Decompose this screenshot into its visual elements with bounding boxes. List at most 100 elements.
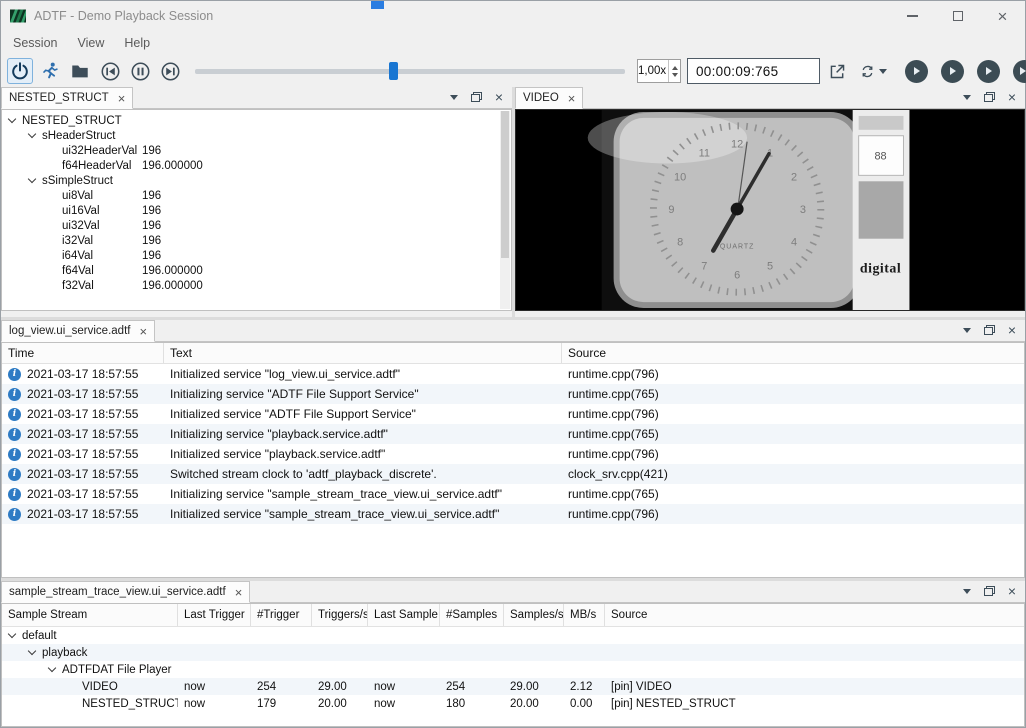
log-row[interactable]: i2021-03-17 18:57:55Switched stream cloc… xyxy=(2,464,1024,484)
expand-chevron-icon[interactable] xyxy=(8,115,16,123)
tree-item-ui16Val[interactable]: ui16Val196 xyxy=(2,203,511,218)
run-button[interactable] xyxy=(37,58,63,84)
trace-column-header-triggers-s[interactable]: Triggers/s xyxy=(312,604,368,626)
trace-column-header-mb-s[interactable]: MB/s xyxy=(564,604,605,626)
panel-float-button[interactable] xyxy=(471,92,482,102)
trace-cell-1 xyxy=(251,644,312,661)
tab-video[interactable]: VIDEO × xyxy=(515,87,583,109)
trace-column-header-sample-stream[interactable]: Sample Stream xyxy=(2,604,178,626)
detach-button[interactable] xyxy=(824,58,850,84)
nav-round-button-1[interactable] xyxy=(905,60,928,83)
tab-close-icon[interactable]: × xyxy=(235,586,243,599)
menu-item-help[interactable]: Help xyxy=(114,31,160,55)
log-row[interactable]: i2021-03-17 18:57:55Initializing service… xyxy=(2,484,1024,504)
trace-row-adtfdat-file-player[interactable]: ADTFDAT File Player xyxy=(2,661,1024,678)
minimize-button[interactable] xyxy=(890,1,935,31)
expand-chevron-icon[interactable] xyxy=(28,647,36,655)
tree-item-NESTED_STRUCT[interactable]: NESTED_STRUCT xyxy=(2,113,511,128)
close-button[interactable]: × xyxy=(980,1,1025,31)
panel-float-button[interactable] xyxy=(984,325,995,335)
tab-close-icon[interactable]: × xyxy=(568,92,576,105)
seek-slider[interactable] xyxy=(195,58,625,84)
pause-button[interactable] xyxy=(127,58,153,84)
log-column-header-time[interactable]: Time xyxy=(2,343,164,363)
panel-float-button[interactable] xyxy=(984,92,995,102)
toolbar: 1,00x 00:00:09:765 xyxy=(1,55,1025,87)
tree-item-f64HeaderVal[interactable]: f64HeaderVal196.000000 xyxy=(2,158,511,173)
log-row[interactable]: i2021-03-17 18:57:55Initializing service… xyxy=(2,384,1024,404)
tree-item-ui32HeaderVal[interactable]: ui32HeaderVal196 xyxy=(2,143,511,158)
open-file-button[interactable] xyxy=(67,58,93,84)
trace-row-video[interactable]: VIDEOnow25429.00now25429.002.12[pin] VID… xyxy=(2,678,1024,695)
log-row[interactable]: i2021-03-17 18:57:55Initialized service … xyxy=(2,444,1024,464)
speed-spinner[interactable]: 1,00x xyxy=(637,59,681,83)
menu-item-view[interactable]: View xyxy=(67,31,114,55)
trace-row-default[interactable]: default xyxy=(2,627,1024,644)
expand-chevron-icon[interactable] xyxy=(8,630,16,638)
panel-close-button[interactable]: × xyxy=(1008,323,1016,337)
clock-numeral: 12 xyxy=(731,139,743,151)
log-row[interactable]: i2021-03-17 18:57:55Initializing service… xyxy=(2,424,1024,444)
skip-to-start-button[interactable] xyxy=(97,58,123,84)
panel-close-button[interactable]: × xyxy=(495,90,503,104)
tree-item-sSimpleStruct[interactable]: sSimpleStruct xyxy=(2,173,511,188)
trace-column-header--samples[interactable]: #Samples xyxy=(440,604,504,626)
tree-item-ui32Val[interactable]: ui32Val196 xyxy=(2,218,511,233)
nav-round-button-2[interactable] xyxy=(941,60,964,83)
trace-column-header-samples-s[interactable]: Samples/s xyxy=(504,604,564,626)
maximize-button[interactable] xyxy=(935,1,980,31)
panel-float-button[interactable] xyxy=(984,586,995,596)
panel-menu-button[interactable] xyxy=(963,328,971,333)
log-column-header-source[interactable]: Source xyxy=(562,343,1024,363)
trace-cell-4: 254 xyxy=(440,678,504,695)
expand-chevron-icon[interactable] xyxy=(28,130,36,138)
tree-item-f32Val[interactable]: f32Val196.000000 xyxy=(2,278,511,293)
log-row[interactable]: i2021-03-17 18:57:55Initialized service … xyxy=(2,364,1024,384)
log-row[interactable]: i2021-03-17 18:57:55Initialized service … xyxy=(2,504,1024,524)
tab-close-icon[interactable]: × xyxy=(118,92,126,105)
vertical-scrollbar[interactable] xyxy=(500,111,510,309)
panel-close-button[interactable]: × xyxy=(1008,90,1016,104)
trace-column-header-source[interactable]: Source xyxy=(605,604,1024,626)
tab-trace-view[interactable]: sample_stream_trace_view.ui_service.adtf… xyxy=(1,581,250,603)
panel-close-button[interactable]: × xyxy=(1008,584,1016,598)
clock-numeral: 10 xyxy=(674,171,686,183)
log-column-header-text[interactable]: Text xyxy=(164,343,562,363)
menu-item-session[interactable]: Session xyxy=(3,31,67,55)
tree-item-i32Val[interactable]: i32Val196 xyxy=(2,233,511,248)
panel-menu-button[interactable] xyxy=(450,95,458,100)
trace-column-header-last-trigger[interactable]: Last Trigger xyxy=(178,604,251,626)
loop-button[interactable] xyxy=(854,58,892,84)
tab-log-view[interactable]: log_view.ui_service.adtf × xyxy=(1,320,155,342)
panel-menu-button[interactable] xyxy=(963,589,971,594)
nav-round-button-3[interactable] xyxy=(977,60,1000,83)
tree-item-f64Val[interactable]: f64Val196.000000 xyxy=(2,263,511,278)
speed-spin-buttons[interactable] xyxy=(668,60,681,82)
trace-row-playback[interactable]: playback xyxy=(2,644,1024,661)
expand-chevron-icon[interactable] xyxy=(28,175,36,183)
trace-cell-stream: playback xyxy=(2,644,178,661)
seek-slider-handle[interactable] xyxy=(389,62,398,80)
trace-column-header-last-sample[interactable]: Last Sample xyxy=(368,604,440,626)
scrollbar-thumb[interactable] xyxy=(501,111,509,258)
clock-numeral: 6 xyxy=(734,269,740,281)
power-button[interactable] xyxy=(7,58,33,84)
skip-to-end-button[interactable] xyxy=(157,58,183,84)
log-row[interactable]: i2021-03-17 18:57:55Initialized service … xyxy=(2,404,1024,424)
trace-column-header--trigger[interactable]: #Trigger xyxy=(251,604,312,626)
tab-close-icon[interactable]: × xyxy=(139,325,147,338)
time-display[interactable]: 00:00:09:765 xyxy=(687,58,820,84)
indent xyxy=(2,210,48,211)
nav-round-button-4[interactable] xyxy=(1013,60,1026,83)
panel-menu-button[interactable] xyxy=(963,95,971,100)
trace-row-nested-struct[interactable]: NESTED_STRUCTnow17920.00now18020.000.00[… xyxy=(2,695,1024,712)
loop-dropdown-icon[interactable] xyxy=(879,69,887,74)
log-cell-source: runtime.cpp(765) xyxy=(562,484,1024,504)
tree-item-sHeaderStruct[interactable]: sHeaderStruct xyxy=(2,128,511,143)
indent xyxy=(2,180,28,181)
trace-cell-2 xyxy=(312,661,368,678)
tree-item-ui8Val[interactable]: ui8Val196 xyxy=(2,188,511,203)
tab-nested-struct[interactable]: NESTED_STRUCT × xyxy=(1,87,133,109)
expand-chevron-icon[interactable] xyxy=(48,664,56,672)
tree-item-i64Val[interactable]: i64Val196 xyxy=(2,248,511,263)
